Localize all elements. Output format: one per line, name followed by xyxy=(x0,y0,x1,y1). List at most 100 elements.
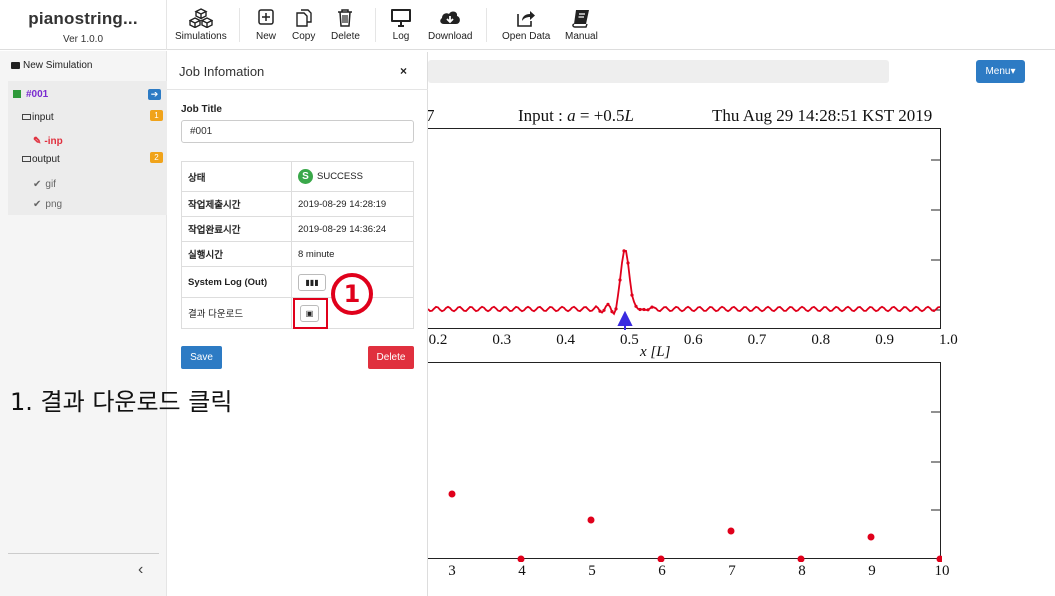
waveform-point xyxy=(622,249,626,253)
new-label: New xyxy=(256,31,277,42)
caret-down-icon: ▾ xyxy=(1010,66,1016,77)
waveform-point xyxy=(598,309,602,313)
x-tick-label: 0.5 xyxy=(620,332,639,348)
simulations-label: Simulations xyxy=(175,31,227,42)
manual-button[interactable]: Manual xyxy=(565,8,598,42)
job-label: #001 xyxy=(26,89,49,100)
output-label: output xyxy=(32,154,60,165)
waveform-point xyxy=(650,305,654,309)
output-count-badge: 2 xyxy=(150,152,163,163)
job-title-input[interactable]: #001 xyxy=(181,120,414,143)
modal-header: Job Infomation × xyxy=(167,52,428,90)
open-data-button[interactable]: Open Data xyxy=(502,8,550,42)
plot-header-left: Input : a = +0.5L xyxy=(518,106,635,125)
status-value-cell: S SUCCESS xyxy=(291,161,414,192)
spectrum-point xyxy=(657,555,665,562)
input-label: input xyxy=(32,112,54,123)
x-tick-label: 0.8 xyxy=(811,332,831,348)
waveform-point xyxy=(642,307,646,312)
delete-toolbar-label: Delete xyxy=(331,31,360,42)
x-tick-label: 8 xyxy=(798,563,806,579)
save-button[interactable]: Save xyxy=(181,346,222,369)
plot-bottom-canvas xyxy=(448,411,942,562)
simulations-button[interactable]: Simulations xyxy=(175,8,227,42)
x-tick-label: 7 xyxy=(728,563,736,579)
selected-job-highlight xyxy=(8,81,167,215)
waveform-points xyxy=(598,249,654,314)
spectrum-point xyxy=(517,555,525,562)
input-count-badge: 1 xyxy=(150,110,163,121)
app-brand: pianostring... Ver 1.0.0 xyxy=(0,0,167,50)
x-tick-label: 10 xyxy=(934,563,950,579)
table-row: System Log (Out) ▮▮▮ xyxy=(181,266,414,298)
sidebar-divider xyxy=(8,553,159,554)
close-icon[interactable]: × xyxy=(400,64,407,78)
app-name: pianostring... xyxy=(28,9,138,28)
waveform-point xyxy=(618,278,622,282)
x-tick-label: 0.6 xyxy=(683,332,703,348)
laptop-icon xyxy=(22,156,31,163)
new-button[interactable]: New xyxy=(256,8,276,42)
sidebar-item-output[interactable]: output xyxy=(22,154,60,165)
job-info-modal: Job Infomation × Job Title #001 상태 S SUCC… xyxy=(167,52,428,596)
plus-square-icon xyxy=(258,9,274,25)
plot-header-right: Thu Aug 29 14:28:51 KST 2019 xyxy=(712,106,933,125)
waveform-point xyxy=(638,307,642,312)
log-button[interactable]: Log xyxy=(390,8,412,42)
waveform-point xyxy=(646,308,650,312)
sidebar-item-gif[interactable]: ✔ gif xyxy=(33,179,56,190)
status-key: 상태 xyxy=(181,161,292,192)
waveform-point xyxy=(610,310,614,314)
table-row: 작업완료시간 2019-08-29 14:36:24 xyxy=(181,216,414,242)
submit-time-key: 작업제출시간 xyxy=(181,191,292,217)
chevron-left-icon[interactable]: ‹ xyxy=(138,561,143,579)
x-tick-label: 1.0 xyxy=(939,332,958,348)
plot-top-x-label: x [L] xyxy=(640,344,671,360)
sidebar-item-job[interactable]: #001 xyxy=(13,89,48,100)
plot-top-canvas xyxy=(428,159,941,330)
download-button[interactable]: Download xyxy=(428,8,472,42)
share-icon xyxy=(517,11,536,27)
copy-label: Copy xyxy=(292,31,316,42)
system-log-button[interactable]: ▮▮▮ xyxy=(298,273,326,291)
waveform-point xyxy=(602,308,606,312)
plot-top-ticks xyxy=(931,159,941,311)
toolbar-divider xyxy=(239,8,240,42)
book-icon xyxy=(572,10,590,28)
x-tick-label: 9 xyxy=(868,563,876,579)
copy-icon xyxy=(295,9,312,27)
spectrum-point xyxy=(936,555,942,562)
download-result-key: 결과 다운로드 xyxy=(181,297,292,329)
sidebar: New Simulation #001 ➔ input 1 ✎ -inp outp… xyxy=(0,51,167,596)
step-callout: 1 xyxy=(331,273,373,315)
menu-button[interactable]: Menu▾ xyxy=(976,60,1025,83)
new-simulation-item[interactable]: New Simulation xyxy=(11,60,92,71)
search-bar[interactable] xyxy=(428,60,889,83)
open-data-label: Open Data xyxy=(502,31,551,42)
sidebar-item-input[interactable]: input xyxy=(22,112,54,123)
excitation-arrow-icon xyxy=(617,310,633,330)
png-label: png xyxy=(45,199,63,210)
table-row: 실행시간 8 minute xyxy=(181,241,414,267)
waveform-point xyxy=(606,302,610,306)
arrow-right-icon[interactable]: ➔ xyxy=(148,89,161,100)
spectrum-points xyxy=(448,490,942,562)
waveform-point xyxy=(626,261,630,265)
table-row: 작업제출시간 2019-08-29 14:28:19 xyxy=(181,191,414,217)
x-tick-label: 0.3 xyxy=(492,332,512,348)
monitor-icon xyxy=(391,9,411,27)
delete-toolbar-button[interactable]: Delete xyxy=(331,8,360,42)
sidebar-item-png[interactable]: ✔ png xyxy=(33,199,62,210)
x-tick-label: 0.9 xyxy=(875,332,894,348)
sidebar-item-input-file[interactable]: ✎ -inp xyxy=(33,136,63,147)
check-icon: ✔ xyxy=(33,199,42,210)
copy-button[interactable]: Copy xyxy=(292,8,315,42)
app-version: Ver 1.0.0 xyxy=(62,34,104,45)
cubes-icon xyxy=(188,8,213,28)
menu-label: Menu xyxy=(985,66,1011,77)
success-icon: S xyxy=(298,169,313,184)
x-tick-label: 0.7 xyxy=(747,332,767,348)
spectrum-point xyxy=(797,555,805,562)
gif-label: gif xyxy=(45,179,56,190)
delete-button[interactable]: Delete xyxy=(368,346,414,369)
